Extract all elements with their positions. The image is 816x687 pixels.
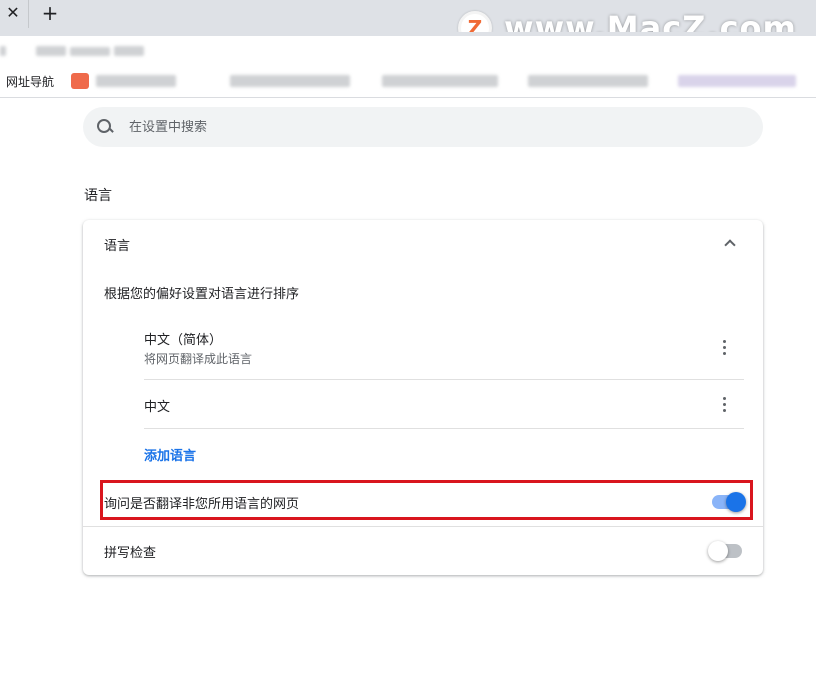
language-list: 中文（简体） 将网页翻译成此语言 中文 [144, 316, 744, 429]
language-subtitle: 将网页翻译成此语言 [144, 352, 253, 366]
address-blur [70, 47, 110, 56]
language-name: 中文 [144, 400, 171, 415]
section-title: 语言 [84, 188, 112, 204]
bookmark-blur[interactable] [528, 75, 648, 87]
language-card-title: 语言 [104, 239, 131, 254]
more-vert-icon[interactable] [716, 395, 732, 415]
language-name: 中文（简体） [144, 333, 223, 348]
spell-check-label: 拼写检查 [104, 546, 157, 561]
language-item: 中文 [144, 380, 744, 429]
address-blur [36, 46, 66, 56]
browser-toolbar [0, 32, 816, 64]
bookmark-blur[interactable] [678, 75, 796, 87]
new-tab-button[interactable]: + [40, 2, 60, 24]
address-bar[interactable] [0, 44, 150, 58]
search-icon [95, 117, 115, 137]
bookmark-blur[interactable] [382, 75, 498, 87]
more-vert-icon[interactable] [716, 338, 732, 358]
bookmarks-bar: 网址导航 [0, 64, 816, 98]
language-card: 语言 根据您的偏好设置对语言进行排序 中文（简体） 将网页翻译成此语言 中文 添… [83, 220, 763, 575]
search-input[interactable] [129, 119, 689, 135]
language-order-description: 根据您的偏好设置对语言进行排序 [104, 287, 300, 302]
bookmark-blur[interactable] [230, 75, 350, 87]
bookmark-blur[interactable] [96, 75, 176, 87]
bookmark-nav[interactable]: 网址导航 [6, 73, 54, 90]
close-tab-icon[interactable]: ✕ [4, 4, 22, 22]
language-item: 中文（简体） 将网页翻译成此语言 [144, 316, 744, 380]
divider [83, 526, 763, 527]
language-card-header[interactable]: 语言 [83, 220, 763, 266]
bookmark-favicon[interactable] [71, 73, 89, 89]
chevron-up-icon[interactable] [723, 236, 737, 250]
tab-divider [28, 0, 29, 28]
highlight-box [100, 480, 753, 520]
settings-search[interactable] [83, 107, 763, 147]
spell-check-toggle[interactable] [708, 541, 742, 561]
toggle-knob [708, 541, 728, 561]
address-blur [0, 46, 6, 56]
add-language-button[interactable]: 添加语言 [144, 445, 196, 464]
address-blur [114, 46, 144, 56]
